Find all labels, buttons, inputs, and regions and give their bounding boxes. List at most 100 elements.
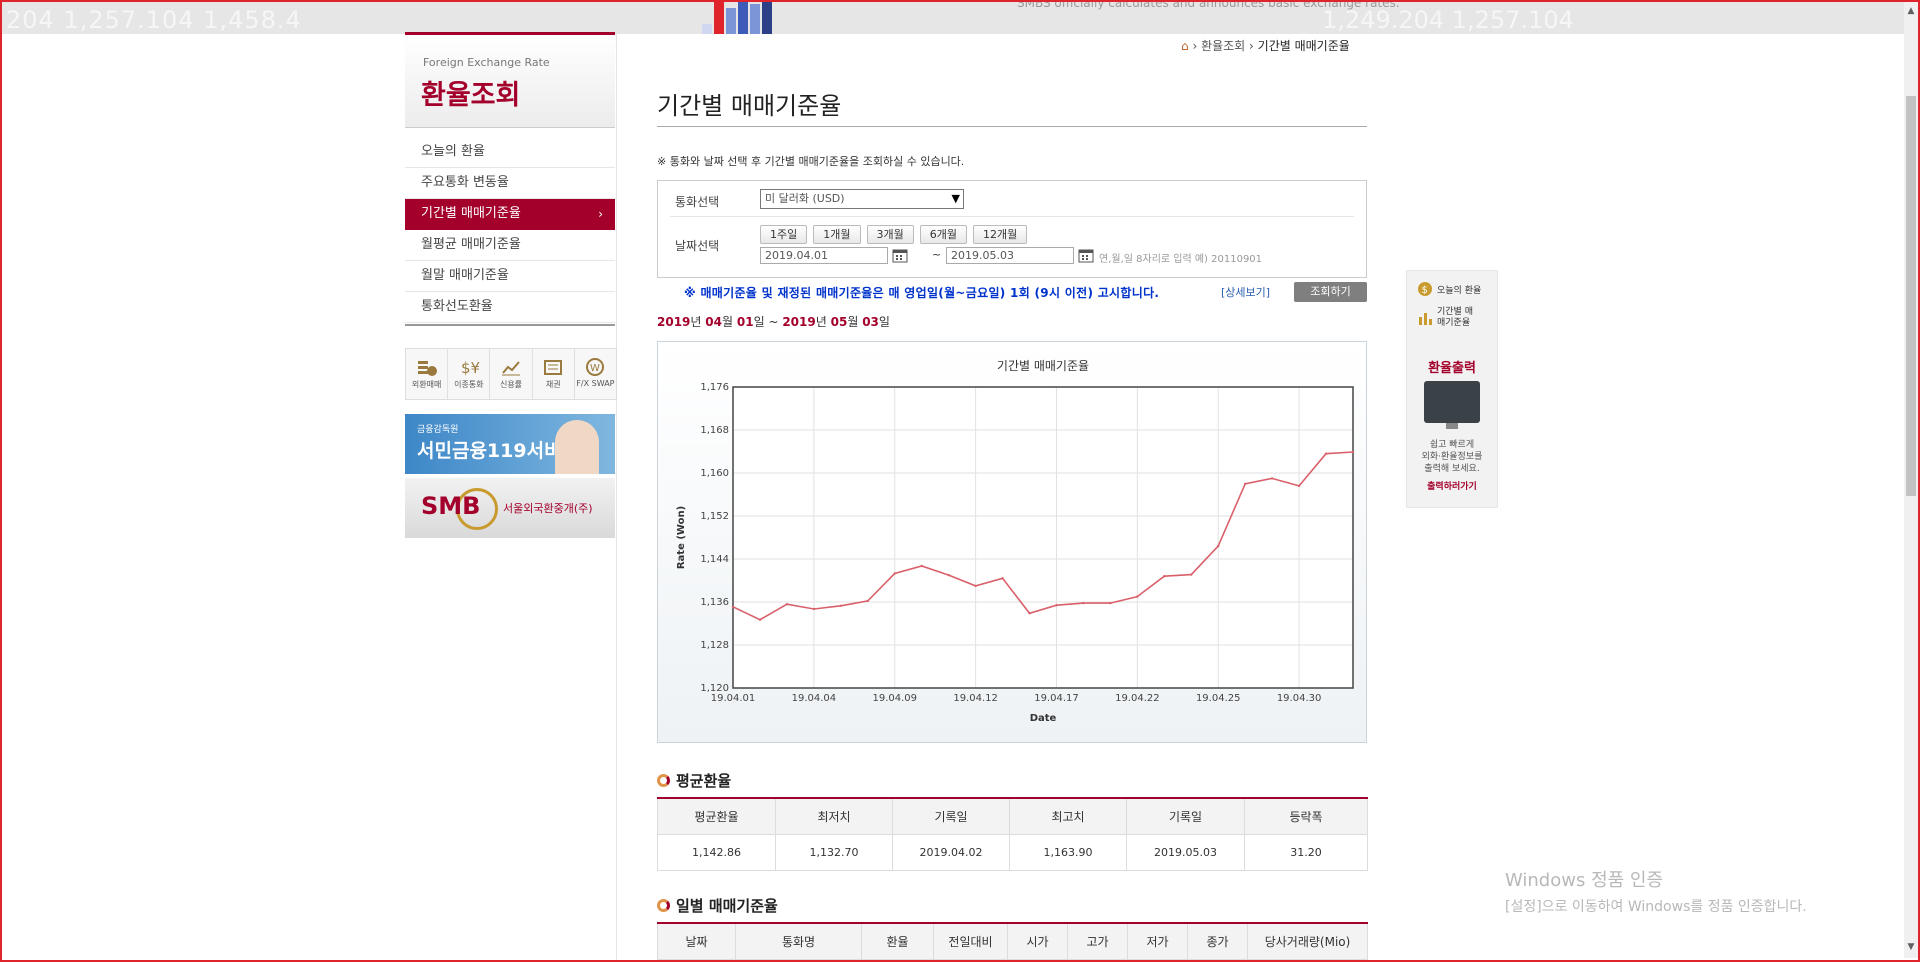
lnb-header: Foreign Exchange Rate 환율조회: [405, 32, 615, 128]
end-date-input[interactable]: 2019.05.03: [946, 247, 1074, 264]
date-label: 날짜선택: [675, 239, 720, 253]
average-rate-table: 평균환율 최저치 기록일 최고치 기록일 등락폭 1,142.86 1,132.…: [657, 797, 1368, 871]
print-description-line: 외화·환율정보를: [1421, 452, 1483, 462]
breadcrumb-level1[interactable]: 환율조회: [1201, 39, 1245, 53]
table-cell: 2019.05.03: [1126, 834, 1245, 871]
lnb-menu: 오늘의 환율 주요통화 변동율 기간별 매매기준율 › 월평균 매매기준율 월말 …: [405, 137, 615, 323]
scroll-down-icon[interactable]: ▼: [1904, 940, 1918, 954]
currency-select[interactable]: 미 달러화 (USD) ▼: [760, 189, 964, 209]
bond-icon: [544, 360, 563, 375]
x-tick-label: 19.04.25: [1196, 693, 1241, 704]
range-unit: 일: [753, 315, 765, 329]
sidebar-item-monthly-average-rate[interactable]: 월평균 매매기준율: [405, 230, 615, 261]
coin-icon: $: [1418, 282, 1432, 296]
table-header: 평균환율: [657, 798, 776, 835]
y-tick-label: 1,160: [700, 468, 729, 479]
table-header: 고가: [1067, 923, 1128, 960]
print-link[interactable]: 출력하러가기: [1407, 479, 1497, 492]
calendar-icon[interactable]: [892, 247, 908, 263]
period-1month-button[interactable]: 1개월: [813, 225, 861, 244]
date-range-separator: ~: [932, 248, 942, 261]
sidebar-item-period-rate[interactable]: 기간별 매매기준율 ›: [405, 199, 615, 230]
y-tick-label: 1,144: [700, 554, 729, 565]
banner-finance-119[interactable]: 금융감독원 서민금융119서비스: [405, 414, 615, 474]
won-coin-icon: W: [586, 358, 605, 376]
table-cell: 1,142.86: [657, 834, 776, 871]
search-form: 통화선택 미 달러화 (USD) ▼ 날짜선택 1주일 1개월 3개월 6개월 …: [657, 180, 1367, 278]
daily-rate-table: 날짜 통화명 환율 전일대비 시가 고가 저가 종가 당사거래량(Mio): [657, 922, 1368, 960]
range-unit: 일: [878, 315, 890, 329]
quicklink-bond[interactable]: 채권: [533, 349, 575, 399]
date-range-summary: 2019년 04월 01일 ~ 2019년 05월 03일: [657, 313, 890, 330]
sidebar-item-label: 월평균 매매기준율: [421, 237, 521, 252]
sidebar-item-label: 오늘의 환율: [421, 144, 485, 159]
quicklink-label: 채권: [545, 380, 561, 389]
table-header: 환율: [861, 923, 934, 960]
chevron-down-icon: ▼: [951, 192, 960, 205]
currency-select-value: 미 달러화 (USD): [765, 192, 845, 205]
chevron-right-icon: ›: [598, 207, 603, 221]
person-illustration: [555, 420, 599, 474]
quicklinks: 외환매매 $¥ 이종통화 신용률 채권 W F/X SWAP: [405, 348, 617, 400]
calendar-icon[interactable]: [1078, 247, 1094, 263]
quicklink-label: 이종통화: [454, 380, 484, 389]
x-tick-label: 19.04.09: [872, 693, 917, 704]
detail-link[interactable]: [상세보기]: [1221, 284, 1270, 300]
lnb-subtitle: Foreign Exchange Rate: [423, 56, 550, 69]
data-point: [1109, 601, 1112, 605]
period-3month-button[interactable]: 3개월: [866, 225, 914, 244]
data-point: [1055, 604, 1058, 607]
y-axis-label: Rate (Won): [676, 506, 687, 569]
y-tick-label: 1,152: [700, 511, 729, 522]
quick-today-rate-label: 오늘의 환율: [1437, 285, 1482, 296]
data-point: [1297, 484, 1301, 488]
quick-today-rate[interactable]: $ 오늘의 환율: [1417, 281, 1481, 297]
period-6month-button[interactable]: 6개월: [919, 225, 967, 244]
quicklink-cross-currency[interactable]: $¥ 이종통화: [448, 349, 491, 399]
table-header: 시가: [1007, 923, 1068, 960]
table-header: 저가: [1127, 923, 1188, 960]
lnb-divider: [405, 324, 615, 326]
x-tick-label: 19.04.01: [711, 693, 756, 704]
range-unit: 월: [721, 315, 734, 329]
sidebar-item-month-end-rate[interactable]: 월말 매매기준율: [405, 261, 615, 292]
section-bullet-icon: [657, 899, 670, 912]
search-button[interactable]: 조회하기: [1294, 282, 1367, 302]
lnb-title: 환율조회: [421, 80, 521, 111]
banner-smb[interactable]: SMB 서울외국환중개(주): [405, 478, 615, 538]
scrollbar-thumb[interactable]: [1906, 96, 1916, 496]
data-point: [839, 604, 842, 607]
x-tick-label: 19.04.04: [792, 693, 837, 704]
daily-rate-title-text: 일별 매매기준율: [676, 897, 778, 915]
y-tick-label: 1,136: [700, 597, 729, 608]
print-description-line: 쉽고 빠르게: [1429, 440, 1475, 450]
data-point: [1217, 544, 1220, 548]
quicklink-fx-trading[interactable]: 외환매매: [406, 349, 449, 399]
data-point: [1163, 575, 1166, 578]
banner-ticker-right: 1,249.204 1,257.104: [1322, 6, 1574, 34]
period-1week-button[interactable]: 1주일: [760, 225, 808, 244]
scroll-up-icon[interactable]: ▲: [1904, 4, 1918, 18]
svg-text:$: $: [1422, 285, 1428, 296]
rate-chart-svg: 기간별 매매기준율1,1201,1281,1361,1441,1521,1601…: [676, 359, 1355, 724]
data-point: [920, 564, 923, 568]
quick-period-rate[interactable]: 기간별 매매기준율: [1417, 307, 1481, 329]
table-cell: 31.20: [1244, 834, 1368, 871]
y-tick-label: 1,176: [700, 382, 729, 393]
watermark-title: Windows 정품 인증: [1505, 870, 1664, 891]
table-header: 종가: [1187, 923, 1248, 960]
sidebar-item-today-rate[interactable]: 오늘의 환율: [405, 137, 615, 168]
rate-chart: 기간별 매매기준율 1,120 1,128 1,136 1,144 1,152 1,160 1…: [657, 341, 1367, 743]
quicklink-fx-swap[interactable]: W F/X SWAP: [575, 349, 616, 399]
start-date-input[interactable]: 2019.04.01: [760, 247, 888, 264]
quicklink-credit[interactable]: 신용률: [490, 349, 533, 399]
plot-area: [733, 387, 1353, 688]
windows-activation-watermark: Windows 정품 인증 [설정]으로 이동하여 Windows를 정품 인증…: [1505, 866, 1807, 916]
sidebar-item-forward-rate[interactable]: 통화선도환율: [405, 292, 615, 323]
sidebar-item-major-currency-change[interactable]: 주요통화 변동율: [405, 168, 615, 199]
print-description-line: 출력해 보세요.: [1424, 464, 1480, 474]
print-section-title: 환율출력: [1428, 361, 1476, 376]
vertical-scrollbar[interactable]: ▲ ▼: [1904, 2, 1918, 958]
home-icon[interactable]: ⌂: [1181, 39, 1189, 53]
period-12month-button[interactable]: 12개월: [973, 225, 1028, 244]
